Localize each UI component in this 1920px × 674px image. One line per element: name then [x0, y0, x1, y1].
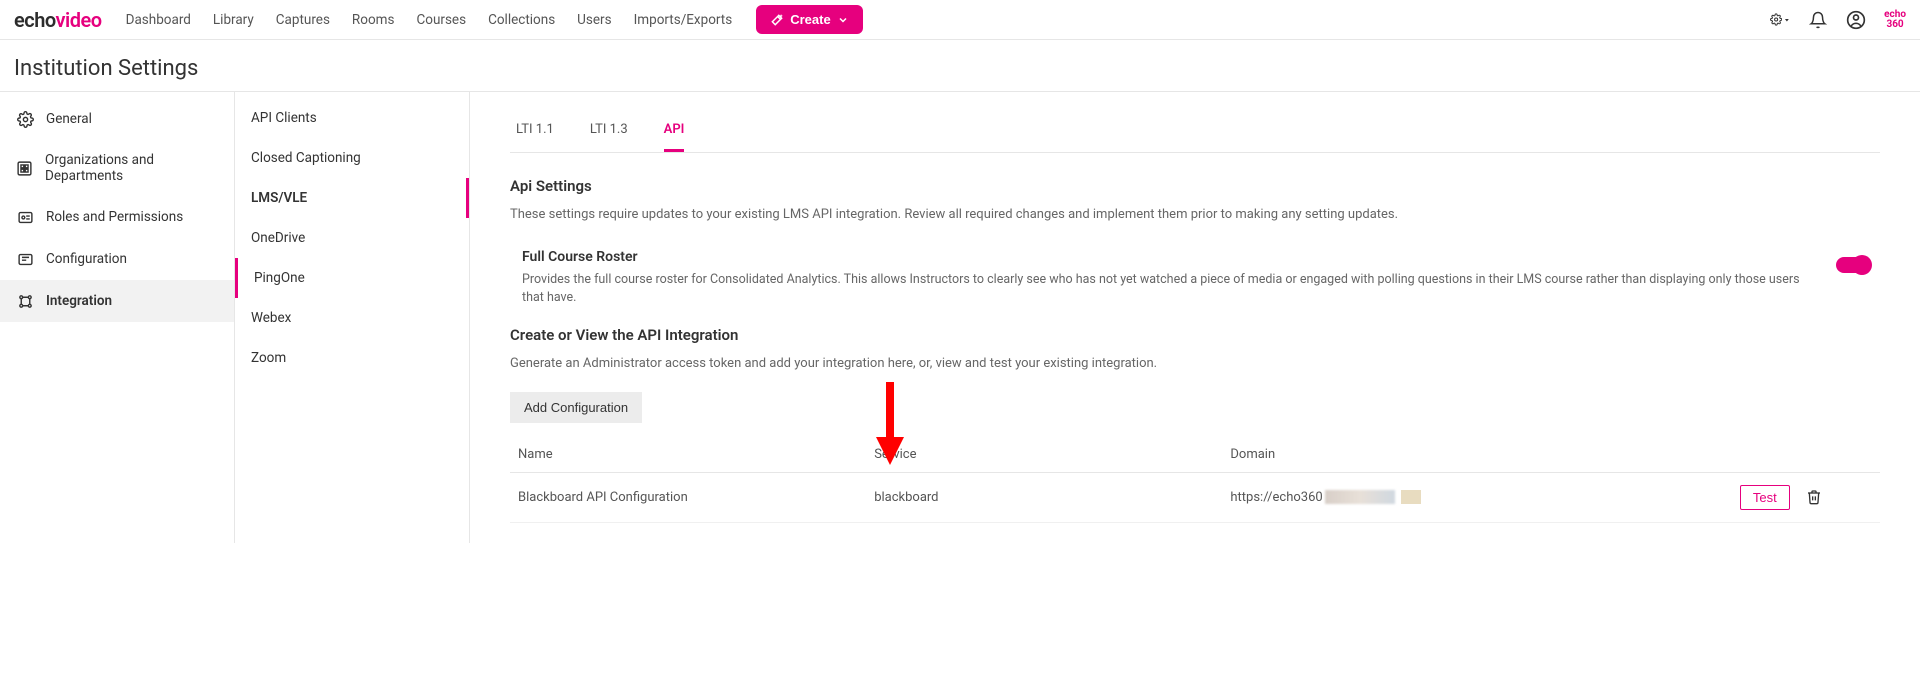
echo360-badge[interactable]: echo 360	[1884, 10, 1906, 30]
sidebar-item-general[interactable]: General	[0, 98, 234, 140]
account-button[interactable]	[1846, 10, 1866, 30]
sidebar-item-label: Integration	[46, 293, 112, 309]
nav-library[interactable]: Library	[213, 12, 254, 28]
col-domain: Domain	[1222, 437, 1633, 473]
sidebar-item-label: Roles and Permissions	[46, 209, 183, 225]
create-button[interactable]: Create	[756, 5, 862, 34]
user-circle-icon	[1846, 10, 1866, 30]
tab-lti13[interactable]: LTI 1.3	[590, 112, 628, 152]
full-roster-title: Full Course Roster	[522, 249, 1812, 265]
full-course-roster-block: Full Course Roster Provides the full cou…	[510, 249, 1880, 309]
sidebar2-webex[interactable]: Webex	[235, 298, 469, 338]
top-bar: echovideo Dashboard Library Captures Roo…	[0, 0, 1920, 40]
sidebar-item-label: Organizations and Departments	[45, 152, 218, 184]
sidebar-item-roles[interactable]: Roles and Permissions	[0, 196, 234, 238]
nav-users[interactable]: Users	[577, 12, 611, 28]
create-label: Create	[790, 12, 830, 27]
sidebar2-api-clients[interactable]: API Clients	[235, 98, 469, 138]
echo360-line1: echo	[1884, 10, 1906, 20]
nav-collections[interactable]: Collections	[488, 12, 555, 28]
top-right: echo 360	[1770, 10, 1906, 30]
row-domain: https://echo360	[1222, 472, 1633, 522]
sidebar-item-label: Configuration	[46, 251, 127, 267]
gear-icon	[1770, 11, 1782, 28]
caret-down-icon	[1784, 16, 1790, 24]
sidebar2-pingone[interactable]: PingOne	[235, 258, 469, 298]
full-roster-toggle[interactable]	[1836, 257, 1870, 273]
nav-imports-exports[interactable]: Imports/Exports	[634, 12, 733, 28]
echo360-line2: 360	[1884, 20, 1906, 30]
test-button[interactable]: Test	[1740, 485, 1790, 510]
annotation-arrow-icon	[870, 377, 910, 467]
integration-table: Name Service Domain Blackboard API Confi…	[510, 437, 1880, 523]
nav-courses[interactable]: Courses	[416, 12, 466, 28]
col-name: Name	[510, 437, 866, 473]
row-service: blackboard	[866, 472, 1222, 522]
sidebar-item-configuration[interactable]: Configuration	[0, 238, 234, 280]
redacted-text	[1401, 490, 1421, 504]
trash-icon	[1806, 489, 1822, 505]
sidebar-item-integration[interactable]: Integration	[0, 280, 234, 322]
notifications-button[interactable]	[1808, 10, 1828, 30]
settings-dropdown[interactable]	[1770, 10, 1790, 30]
nav-captures[interactable]: Captures	[276, 12, 330, 28]
org-icon	[16, 159, 33, 177]
sidebar-item-orgs[interactable]: Organizations and Departments	[0, 140, 234, 196]
nav-rooms[interactable]: Rooms	[352, 12, 395, 28]
gear-icon	[16, 110, 34, 128]
tab-lti11[interactable]: LTI 1.1	[516, 112, 554, 152]
table-row: Blackboard API Configuration blackboard …	[510, 472, 1880, 522]
tabs: LTI 1.1 LTI 1.3 API	[510, 112, 1880, 153]
top-nav: Dashboard Library Captures Rooms Courses…	[126, 12, 733, 28]
page-title: Institution Settings	[0, 40, 1920, 92]
api-settings-desc: These settings require updates to your e…	[510, 205, 1880, 225]
integration-icon	[16, 292, 34, 310]
logo-part1: echo	[14, 8, 56, 32]
add-configuration-button[interactable]: Add Configuration	[510, 392, 642, 423]
row-domain-text: https://echo360	[1230, 490, 1322, 505]
layout: General Organizations and Departments Ro…	[0, 92, 1920, 543]
api-settings-title: Api Settings	[510, 177, 1880, 195]
row-name: Blackboard API Configuration	[510, 472, 866, 522]
sidebar-primary: General Organizations and Departments Ro…	[0, 92, 235, 543]
nav-dashboard[interactable]: Dashboard	[126, 12, 191, 28]
create-view-title: Create or View the API Integration	[510, 326, 1880, 344]
delete-button[interactable]	[1806, 489, 1872, 505]
sidebar2-onedrive[interactable]: OneDrive	[235, 218, 469, 258]
sidebar2-lms-vle[interactable]: LMS/VLE	[235, 178, 469, 218]
sidebar2-zoom[interactable]: Zoom	[235, 338, 469, 378]
bell-icon	[1809, 11, 1827, 29]
sidebar-secondary: API Clients Closed Captioning LMS/VLE On…	[235, 92, 470, 543]
config-icon	[16, 250, 34, 268]
chevron-down-icon	[837, 14, 849, 26]
sidebar2-closed-captioning[interactable]: Closed Captioning	[235, 138, 469, 178]
main-content: LTI 1.1 LTI 1.3 API Api Settings These s…	[470, 92, 1920, 543]
wand-icon	[770, 13, 784, 27]
redacted-text	[1325, 490, 1395, 504]
full-roster-desc: Provides the full course roster for Cons…	[522, 271, 1812, 309]
tab-api[interactable]: API	[664, 112, 685, 152]
logo-part2: video	[56, 8, 102, 32]
logo[interactable]: echovideo	[14, 8, 102, 32]
create-view-desc: Generate an Administrator access token a…	[510, 354, 1880, 374]
sidebar-item-label: General	[46, 111, 92, 127]
roles-icon	[16, 208, 34, 226]
col-service: Service	[866, 437, 1222, 473]
